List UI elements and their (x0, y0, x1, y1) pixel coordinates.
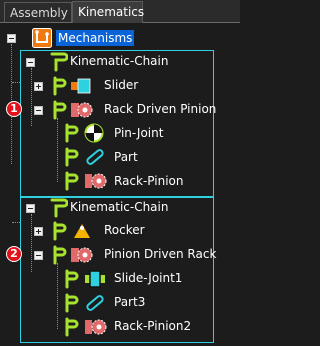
part-link-icon (86, 149, 104, 165)
rack-pinion-icon (85, 319, 107, 335)
kinematics-tree-panel: Mechanisms Kinematic-Chain Slider Rack D… (0, 22, 240, 346)
tree-item-pin-joint[interactable]: Pin-Joint (114, 125, 163, 141)
tree-item-kinematic-chain-2[interactable]: Kinematic-Chain (70, 199, 168, 215)
pin-joint-icon (84, 123, 104, 143)
tree-item-rack-pinion2[interactable]: Rack-Pinion2 (114, 318, 191, 334)
tab-kinematics[interactable]: Kinematics (72, 1, 144, 23)
rocker-expand-toggle[interactable] (34, 227, 43, 236)
slider-icon (71, 78, 91, 94)
pinion-gear-icon (71, 247, 93, 263)
pinion-driven-rack-collapse-toggle[interactable] (34, 251, 43, 260)
tree-item-slider[interactable]: Slider (104, 77, 138, 93)
link-handle-icon (65, 269, 79, 289)
chain-2-collapse-toggle[interactable] (26, 204, 35, 213)
tree-item-rack-pinion[interactable]: Rack-Pinion (114, 173, 184, 189)
tree-root-mechanisms[interactable]: Mechanisms (56, 30, 135, 46)
pinion-gear-icon (71, 102, 93, 118)
slider-expand-toggle[interactable] (34, 82, 43, 91)
tree-item-slide-joint1[interactable]: Slide-Joint1 (114, 270, 182, 286)
link-handle-icon (53, 100, 67, 120)
tree-connector (31, 68, 32, 126)
tree-item-pinion-driven-rack[interactable]: Pinion Driven Rack (104, 246, 216, 262)
kinematic-chain-icon (50, 198, 68, 218)
mechanisms-icon (32, 28, 52, 48)
tab-assembly[interactable]: Assembly (4, 2, 72, 22)
rocker-icon (74, 224, 90, 238)
link-handle-icon (53, 76, 67, 96)
tree-connector (57, 118, 58, 182)
tree-connector (31, 214, 32, 272)
chain-1-collapse-toggle[interactable] (26, 58, 35, 67)
tree-item-rack-driven-pinion[interactable]: Rack Driven Pinion (104, 101, 216, 117)
tree-connector (12, 82, 20, 83)
tab-bar: Assembly Kinematics (0, 0, 240, 23)
tree-item-rocker[interactable]: Rocker (104, 222, 145, 238)
link-handle-icon (65, 317, 79, 337)
link-handle-icon (65, 123, 79, 143)
root-collapse-toggle[interactable] (7, 34, 16, 43)
rack-pinion-icon (85, 173, 107, 189)
link-handle-icon (65, 293, 79, 313)
callout-badge-2: 2 (6, 246, 22, 262)
slide-joint-icon (85, 270, 105, 288)
tree-item-part[interactable]: Part (114, 149, 138, 165)
tree-item-part3[interactable]: Part3 (114, 294, 145, 310)
part-link-icon (86, 295, 104, 311)
link-handle-icon (65, 171, 79, 191)
link-handle-icon (53, 245, 67, 265)
kinematic-chain-icon (50, 52, 68, 72)
rack-driven-pinion-collapse-toggle[interactable] (34, 106, 43, 115)
link-handle-icon (53, 221, 67, 241)
callout-badge-1: 1 (6, 101, 22, 117)
link-handle-icon (65, 147, 79, 167)
tree-connector (57, 263, 58, 329)
tree-item-kinematic-chain-1[interactable]: Kinematic-Chain (70, 53, 168, 69)
tree-connector (12, 222, 20, 223)
